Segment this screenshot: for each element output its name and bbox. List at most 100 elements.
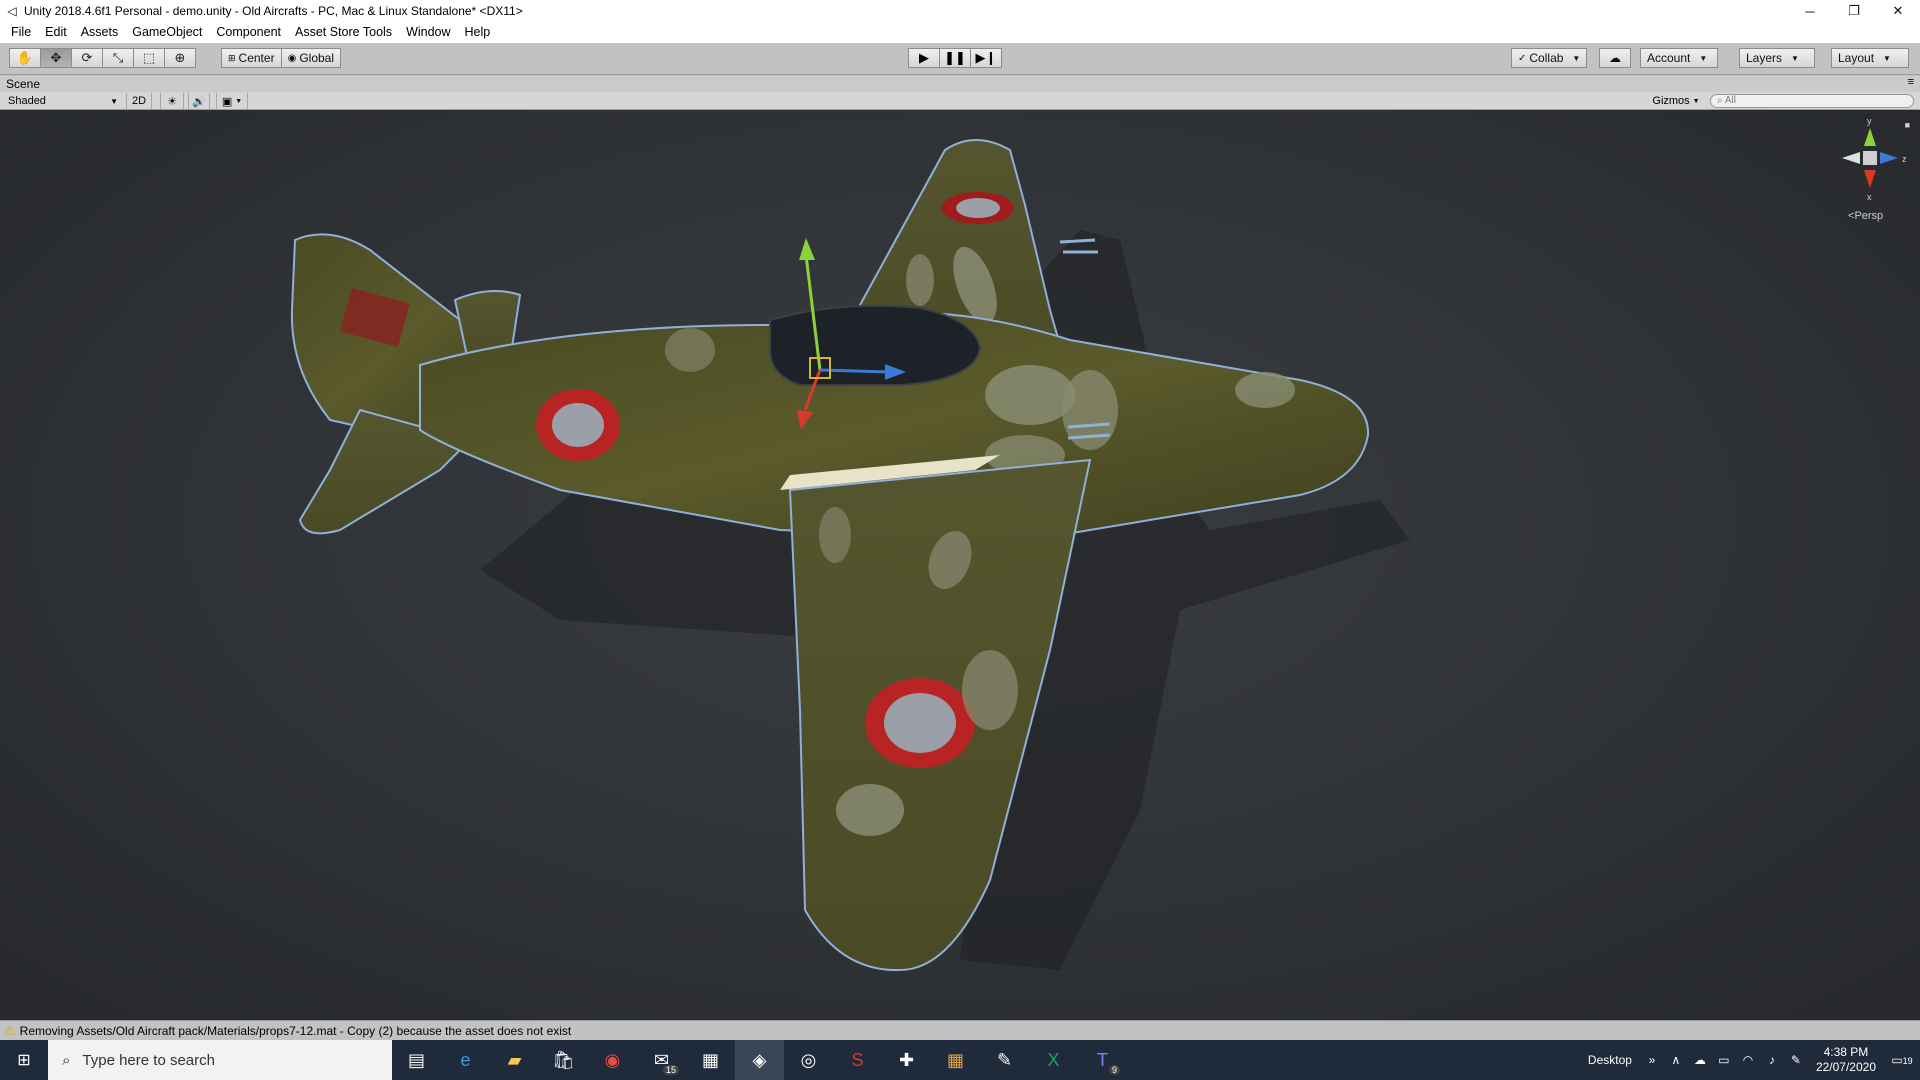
hand-tool-button[interactable]: ✋ bbox=[9, 48, 41, 68]
window-controls: ─ ❐ ✕ bbox=[1788, 0, 1920, 22]
taskbar-chrome[interactable]: ◉ bbox=[588, 1040, 637, 1080]
layers-group: Layers ▼ bbox=[1739, 48, 1815, 68]
taskbar-clock[interactable]: 4:38 PM 22/07/2020 bbox=[1808, 1045, 1884, 1075]
taskbar-app-6[interactable]: ▦ bbox=[686, 1040, 735, 1080]
battery-icon[interactable]: ▭ bbox=[1712, 1053, 1736, 1067]
transform-icon: ⊕ bbox=[174, 50, 186, 65]
menu-edit[interactable]: Edit bbox=[38, 22, 74, 43]
taskbar-excel[interactable]: X bbox=[1029, 1040, 1078, 1080]
cloud-button[interactable]: ☁ bbox=[1599, 48, 1631, 68]
taskbar-store[interactable]: 🛍 bbox=[539, 1040, 588, 1080]
gizmos-label: Gizmos bbox=[1652, 95, 1690, 107]
move-tool-button[interactable]: ✥ bbox=[40, 48, 72, 68]
lighting-toggle[interactable]: ☀ bbox=[160, 93, 184, 109]
title-bar: ◁ Unity 2018.4.6f1 Personal - demo.unity… bbox=[0, 0, 1920, 22]
taskbar-app-10[interactable]: ✚ bbox=[882, 1040, 931, 1080]
effects-dropdown[interactable]: ▣ ▼ bbox=[216, 93, 248, 109]
transform-tool-button[interactable]: ⊕ bbox=[164, 48, 196, 68]
app-window-icon: ▦ bbox=[701, 1049, 719, 1070]
pivot-center-button[interactable]: ⊞ Center bbox=[221, 48, 282, 68]
status-message: Removing Assets/Old Aircraft pack/Materi… bbox=[19, 1023, 572, 1038]
chevron-right-icon[interactable]: » bbox=[1640, 1053, 1664, 1067]
menu-gameobject[interactable]: GameObject bbox=[125, 22, 209, 43]
search-placeholder: All bbox=[1724, 95, 1736, 106]
shading-mode-dropdown[interactable]: Shaded ▼ bbox=[0, 93, 122, 109]
projection-toggle[interactable]: <Persp bbox=[1848, 210, 1883, 222]
rect-tool-button[interactable]: ⬚ bbox=[133, 48, 165, 68]
playback-controls: ▶ ❚❚ ▶❙ bbox=[908, 48, 1002, 68]
tab-scene[interactable]: Scene bbox=[6, 77, 40, 91]
restore-button[interactable]: ❐ bbox=[1832, 0, 1876, 22]
pivot-label: Center bbox=[238, 51, 275, 65]
toggle-2d-button[interactable]: 2D bbox=[126, 93, 152, 109]
collab-dropdown[interactable]: ✓ Collab ▼ bbox=[1511, 48, 1588, 68]
minimize-button[interactable]: ─ bbox=[1788, 0, 1832, 22]
taskbar-app-11[interactable]: ▦ bbox=[931, 1040, 980, 1080]
taskbar-app-9[interactable]: S bbox=[833, 1040, 882, 1080]
menu-asset-store-tools[interactable]: Asset Store Tools bbox=[288, 22, 399, 43]
account-dropdown[interactable]: Account ▼ bbox=[1640, 48, 1718, 68]
taskbar-unity[interactable]: ◈ bbox=[735, 1040, 784, 1080]
menu-help[interactable]: Help bbox=[458, 22, 498, 43]
search-icon: ⌕ bbox=[62, 1051, 71, 1069]
volume-icon[interactable]: ♪ bbox=[1760, 1053, 1784, 1067]
shading-mode-label: Shaded bbox=[8, 95, 46, 107]
system-tray: Desktop » ∧ ☁ ▭ ◠ ♪ ✎ 4:38 PM 22/07/2020… bbox=[1588, 1040, 1920, 1080]
pen-icon[interactable]: ✎ bbox=[1784, 1053, 1808, 1067]
teams-badge: 9 bbox=[1108, 1065, 1120, 1075]
menu-file[interactable]: File bbox=[4, 22, 38, 43]
taskbar-app-8[interactable]: ◎ bbox=[784, 1040, 833, 1080]
chevron-up-icon[interactable]: ∧ bbox=[1664, 1053, 1688, 1067]
task-view-button[interactable]: ▤ bbox=[392, 1040, 441, 1080]
account-label: Account bbox=[1647, 51, 1691, 65]
layers-dropdown[interactable]: Layers ▼ bbox=[1739, 48, 1815, 68]
taskbar-file-explorer[interactable]: ▰ bbox=[490, 1040, 539, 1080]
pivot-global-button[interactable]: ◉ Global bbox=[280, 48, 341, 68]
lock-icon[interactable]: ■ bbox=[1905, 120, 1910, 130]
chevron-down-icon: ▼ bbox=[235, 97, 243, 105]
orientation-gizmo[interactable]: y z x ■ <Persp bbox=[1830, 116, 1910, 222]
scale-tool-button[interactable]: ⤡ bbox=[102, 48, 134, 68]
scene-toolbar: Shaded ▼ 2D ☀ 🔊 ▣ ▼ Gizmos ▼ ⌕ All bbox=[0, 92, 1920, 110]
clock-time: 4:38 PM bbox=[1823, 1045, 1869, 1059]
wifi-icon[interactable]: ◠ bbox=[1736, 1053, 1760, 1067]
rotate-icon: ⟳ bbox=[81, 50, 93, 65]
aircraft-model[interactable] bbox=[0, 110, 1920, 1020]
taskbar-edge[interactable]: e bbox=[441, 1040, 490, 1080]
status-bar[interactable]: ⚠ Removing Assets/Old Aircraft pack/Mate… bbox=[0, 1020, 1920, 1040]
menu-bar: File Edit Assets GameObject Component As… bbox=[0, 22, 1920, 43]
rotate-tool-button[interactable]: ⟳ bbox=[71, 48, 103, 68]
mail-badge: 15 bbox=[662, 1065, 679, 1075]
chevron-down-icon: ▼ bbox=[1883, 53, 1891, 63]
circle-app-icon: ◎ bbox=[800, 1049, 817, 1070]
menu-assets[interactable]: Assets bbox=[74, 22, 126, 43]
menu-component[interactable]: Component bbox=[209, 22, 288, 43]
tab-menu-icon[interactable]: ≡ bbox=[1908, 76, 1914, 88]
chevron-down-icon: ▼ bbox=[1791, 53, 1799, 63]
desktop-toolbar-label[interactable]: Desktop bbox=[1588, 1053, 1640, 1067]
taskbar-search-input[interactable]: ⌕ Type here to search bbox=[48, 1040, 392, 1080]
window-title: Unity 2018.4.6f1 Personal - demo.unity -… bbox=[24, 4, 523, 18]
menu-window[interactable]: Window bbox=[399, 22, 457, 43]
start-button[interactable]: ⊞ bbox=[0, 1040, 48, 1080]
onedrive-icon[interactable]: ☁ bbox=[1688, 1053, 1712, 1067]
taskbar-mail[interactable]: ✉ 15 bbox=[637, 1040, 686, 1080]
scene-search-input[interactable]: ⌕ All bbox=[1710, 94, 1914, 108]
scene-viewport[interactable]: y z x ■ <Persp bbox=[0, 110, 1920, 1020]
close-button[interactable]: ✕ bbox=[1876, 0, 1920, 22]
hand-icon: ✋ bbox=[16, 50, 34, 65]
pause-icon: ❚❚ bbox=[944, 50, 966, 65]
play-button[interactable]: ▶ bbox=[908, 48, 940, 68]
notifications-button[interactable]: ▭19 bbox=[1884, 1053, 1920, 1067]
gizmos-dropdown[interactable]: Gizmos ▼ bbox=[1650, 93, 1702, 109]
layout-dropdown[interactable]: Layout ▼ bbox=[1831, 48, 1909, 68]
image-icon: ▣ bbox=[221, 95, 233, 108]
taskbar-teams[interactable]: T9 bbox=[1078, 1040, 1127, 1080]
pause-button[interactable]: ❚❚ bbox=[939, 48, 971, 68]
gizmo-y-label: y bbox=[1867, 116, 1872, 126]
calendar-app-icon: ▦ bbox=[946, 1049, 964, 1070]
audio-toggle[interactable]: 🔊 bbox=[188, 93, 210, 109]
step-button[interactable]: ▶❙ bbox=[970, 48, 1002, 68]
folder-icon: ▰ bbox=[507, 1049, 522, 1070]
taskbar-app-12[interactable]: ✎ bbox=[980, 1040, 1029, 1080]
